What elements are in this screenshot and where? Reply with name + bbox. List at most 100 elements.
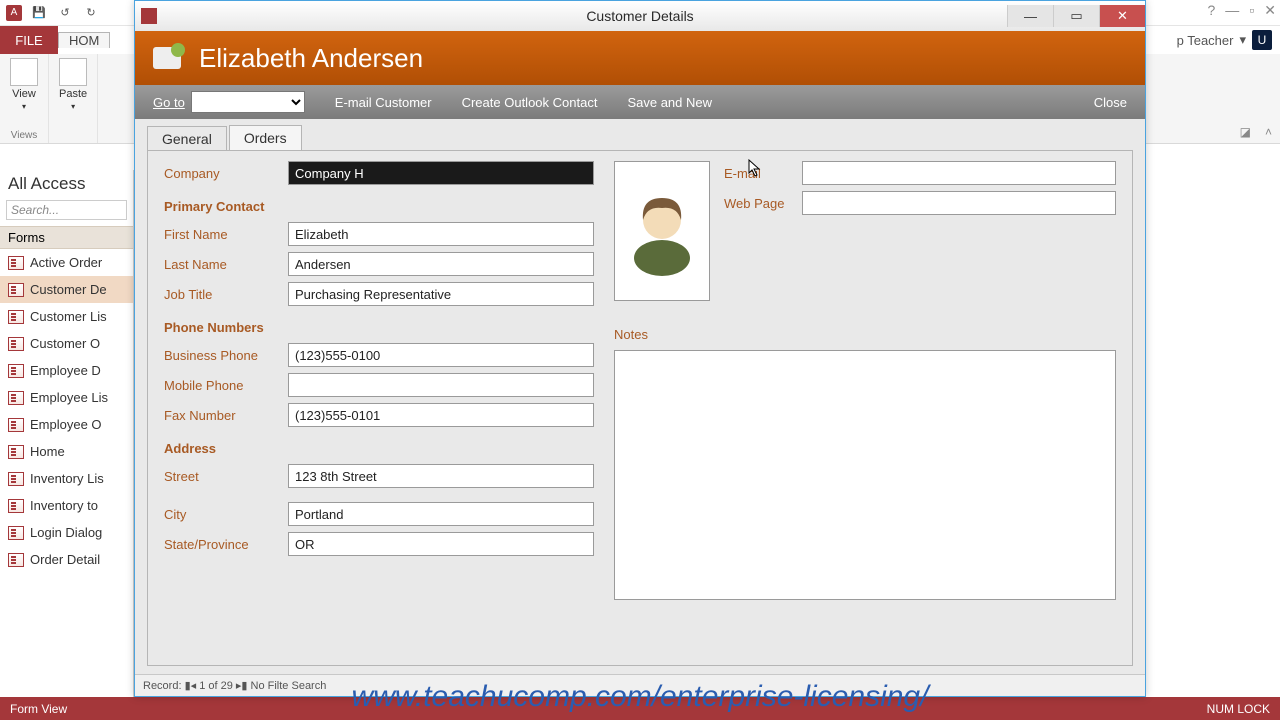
status-left: Form View <box>10 702 67 716</box>
qat-undo-icon[interactable]: ↺ <box>56 4 74 22</box>
form-action-bar: Go to E-mail Customer Create Outlook Con… <box>135 85 1145 119</box>
email-customer-link[interactable]: E-mail Customer <box>335 95 432 110</box>
nav-item[interactable]: Order Detail <box>0 546 133 573</box>
tab-strip: General Orders <box>135 119 1145 150</box>
nav-item[interactable]: Employee O <box>0 411 133 438</box>
avatar-icon <box>627 186 697 276</box>
window-max-button[interactable]: ▭ <box>1053 5 1099 27</box>
nav-item[interactable]: Active Order <box>0 249 133 276</box>
nav-item[interactable]: Inventory Lis <box>0 465 133 492</box>
save-and-new-link[interactable]: Save and New <box>627 95 712 110</box>
first-name-field[interactable] <box>288 222 594 246</box>
state-label: State/Province <box>164 537 288 552</box>
home-tab[interactable]: HOM <box>58 32 110 48</box>
form-icon <box>8 310 24 324</box>
window-titlebar[interactable]: Customer Details — ▭ ✕ <box>135 1 1145 31</box>
customer-details-window: Customer Details — ▭ ✕ Elizabeth Anderse… <box>134 0 1146 697</box>
mobile-phone-field[interactable] <box>288 373 594 397</box>
outer-close-icon[interactable]: ✕ <box>1264 2 1276 19</box>
qat-save-icon[interactable]: 💾 <box>30 4 48 22</box>
nav-item[interactable]: Customer Lis <box>0 303 133 330</box>
form-icon <box>8 256 24 270</box>
business-phone-field[interactable] <box>288 343 594 367</box>
nav-item-label: Employee O <box>30 417 102 432</box>
form-icon <box>8 499 24 513</box>
nav-item-label: Customer De <box>30 282 107 297</box>
access-logo-icon: A <box>6 5 22 21</box>
fax-number-label: Fax Number <box>164 408 288 423</box>
webpage-field[interactable] <box>802 191 1116 215</box>
nav-item[interactable]: Customer De <box>0 276 133 303</box>
street-label: Street <box>164 469 288 484</box>
nav-item[interactable]: Customer O <box>0 330 133 357</box>
outer-help-icon[interactable]: ? <box>1208 2 1216 19</box>
paste-button[interactable]: Paste▾ <box>59 58 87 111</box>
form-icon <box>8 445 24 459</box>
nav-item-label: Home <box>30 444 65 459</box>
view-button-label: View <box>12 88 36 100</box>
tab-general-body: Company Primary Contact First Name Last … <box>147 150 1133 666</box>
qat-redo-icon[interactable]: ↻ <box>82 4 100 22</box>
header-avatar-icon <box>153 47 181 69</box>
nav-item[interactable]: Inventory to <box>0 492 133 519</box>
record-navigator[interactable]: Record: ▮◂ 1 of 29 ▸▮ No Filte Search <box>135 674 1145 696</box>
nav-item-label: Inventory Lis <box>30 471 104 486</box>
nav-item-label: Customer O <box>30 336 100 351</box>
form-icon <box>8 391 24 405</box>
nav-item[interactable]: Home <box>0 438 133 465</box>
section-phone-numbers: Phone Numbers <box>164 320 594 335</box>
tab-general[interactable]: General <box>147 126 227 151</box>
city-field[interactable] <box>288 502 594 526</box>
window-app-icon <box>141 8 157 24</box>
nav-category-forms[interactable]: Forms <box>0 226 133 249</box>
form-icon <box>8 283 24 297</box>
job-title-field[interactable] <box>288 282 594 306</box>
section-primary-contact: Primary Contact <box>164 199 594 214</box>
nav-search-input[interactable]: Search... <box>6 200 127 220</box>
business-phone-label: Business Phone <box>164 348 288 363</box>
last-name-field[interactable] <box>288 252 594 276</box>
fax-number-field[interactable] <box>288 403 594 427</box>
ribbon-collapse-area: ◪ ˄ <box>1240 125 1272 139</box>
outer-min-icon[interactable]: — <box>1225 2 1239 19</box>
dialog-launcher-icon[interactable]: ◪ <box>1240 125 1251 139</box>
goto-label: Go to <box>153 95 185 110</box>
form-icon <box>8 526 24 540</box>
nav-item-label: Active Order <box>30 255 102 270</box>
email-label: E-mail <box>724 166 802 181</box>
file-tab[interactable]: FILE <box>0 26 58 54</box>
form-icon <box>8 418 24 432</box>
form-icon <box>8 553 24 567</box>
notes-field[interactable] <box>614 350 1116 600</box>
nav-item[interactable]: Employee D <box>0 357 133 384</box>
create-outlook-contact-link[interactable]: Create Outlook Contact <box>462 95 598 110</box>
ribbon-collapse-icon[interactable]: ˄ <box>1265 125 1272 139</box>
outer-restore-icon[interactable]: ▫ <box>1249 2 1254 19</box>
close-form-link[interactable]: Close <box>1094 95 1127 110</box>
goto-select[interactable] <box>191 91 305 113</box>
company-field[interactable] <box>288 161 594 185</box>
status-bar: Form View NUM LOCK <box>0 697 1280 720</box>
contact-photo[interactable] <box>614 161 710 301</box>
tab-orders[interactable]: Orders <box>229 125 302 150</box>
window-title: Customer Details <box>135 8 1145 24</box>
paste-button-label: Paste <box>59 88 87 100</box>
state-field[interactable] <box>288 532 594 556</box>
teacher-menu[interactable]: p Teacher <box>1177 33 1234 48</box>
ribbon-group-views-label: Views <box>10 130 38 141</box>
navigation-pane: All Access Search... Forms Active OrderC… <box>0 170 134 697</box>
nav-item[interactable]: Login Dialog <box>0 519 133 546</box>
email-field[interactable] <box>802 161 1116 185</box>
window-min-button[interactable]: — <box>1007 5 1053 27</box>
nav-item[interactable]: Employee Lis <box>0 384 133 411</box>
nav-item-label: Order Detail <box>30 552 100 567</box>
view-button[interactable]: View▾ <box>10 58 38 111</box>
window-close-button[interactable]: ✕ <box>1099 5 1145 27</box>
notes-label: Notes <box>614 327 1116 342</box>
form-header: Elizabeth Andersen <box>135 31 1145 85</box>
nav-item-label: Customer Lis <box>30 309 107 324</box>
nav-item-label: Login Dialog <box>30 525 102 540</box>
last-name-label: Last Name <box>164 257 288 272</box>
street-field[interactable] <box>288 464 594 488</box>
form-icon <box>8 364 24 378</box>
